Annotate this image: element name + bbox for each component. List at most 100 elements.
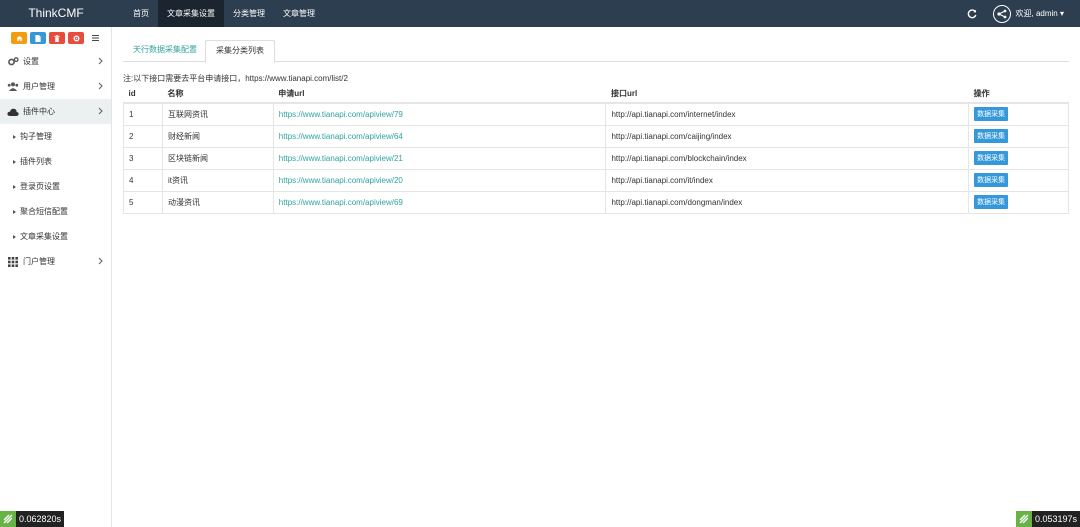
cell-id: 5 <box>123 190 163 214</box>
cell-id: 3 <box>123 146 163 170</box>
cell-apply-url-link[interactable]: https://www.tianapi.com/apiview/79 <box>272 102 607 126</box>
tab-category-list[interactable]: 采集分类列表 <box>205 40 275 63</box>
collect-data-button[interactable]: 数据采集 <box>974 195 1009 209</box>
grid-icon <box>7 256 19 267</box>
sidebar-subitem-label: 登录页设置 <box>20 182 60 191</box>
cell-action: 数据采集 <box>968 146 1069 170</box>
col-name-header: 名称 <box>162 85 274 104</box>
chevron-right-icon <box>98 82 103 92</box>
nav-category-management[interactable]: 分类管理 <box>224 0 274 27</box>
shortcut-bar <box>0 27 111 49</box>
sidebar: 设置 用户管理 插件中心 钩子管理 插件列表 登录页设置 聚合短信配置 文章采集… <box>0 27 112 527</box>
sidebar-item-label: 门户管理 <box>23 257 55 266</box>
cell-apply-url-link[interactable]: https://www.tianapi.com/apiview/20 <box>272 168 607 192</box>
cell-action: 数据采集 <box>968 102 1069 126</box>
brand-logo[interactable]: ThinkCMF <box>0 0 112 27</box>
gears-icon <box>7 57 19 67</box>
user-menu[interactable]: 欢迎, admin ▾ <box>1016 8 1064 19</box>
sidebar-subitem-login-page[interactable]: 登录页设置 <box>0 174 111 199</box>
list-icon <box>91 35 99 41</box>
sidebar-item-plugin-center[interactable]: 插件中心 <box>0 99 111 124</box>
collect-data-button[interactable]: 数据采集 <box>974 107 1009 122</box>
file-shortcut-button[interactable] <box>30 32 46 44</box>
sidebar-subitem-label: 插件列表 <box>20 157 52 166</box>
debug-timer-left[interactable]: 0.062820s <box>0 511 65 527</box>
col-action-header: 操作 <box>968 85 1069 104</box>
cell-api-url: http://api.tianapi.com/dongman/index <box>605 190 970 214</box>
sidebar-subitem-label: 聚合短信配置 <box>20 207 68 216</box>
trace-logo-icon <box>1015 511 1032 527</box>
sidebar-subitem-hooks[interactable]: 钩子管理 <box>0 124 111 149</box>
col-id-header: id <box>123 85 163 104</box>
cell-api-url: http://api.tianapi.com/caijing/index <box>605 124 970 148</box>
cell-name: 财经新闻 <box>161 124 274 148</box>
top-right-tools: 欢迎, admin ▾ <box>965 0 1080 27</box>
sidebar-subitem-plugin-list[interactable]: 插件列表 <box>0 149 111 174</box>
caret-right-icon <box>13 209 16 214</box>
cell-name: 互联网资讯 <box>161 102 274 126</box>
cell-id: 2 <box>123 124 163 148</box>
cell-name: 区块链新闻 <box>161 146 274 170</box>
caret-right-icon <box>13 159 16 164</box>
table-row: 4 it资讯 https://www.tianapi.com/apiview/2… <box>123 168 1069 192</box>
refresh-icon[interactable] <box>965 7 979 21</box>
cell-action: 数据采集 <box>968 190 1069 214</box>
top-nav: 首页 文章采集设置 分类管理 文章管理 <box>124 0 324 27</box>
sidebar-item-label: 用户管理 <box>23 82 55 91</box>
api-note: 注:以下接口需要去平台申请接口，https://www.tianapi.com/… <box>123 74 348 83</box>
nav-home[interactable]: 首页 <box>124 0 158 27</box>
sidebar-subitem-label: 文章采集设置 <box>20 232 68 241</box>
tab-tianapi-config[interactable]: 天行数据采集配置 <box>123 40 207 62</box>
table-row: 2 财经新闻 https://www.tianapi.com/apiview/6… <box>123 124 1069 148</box>
cell-api-url: http://api.tianapi.com/internet/index <box>605 102 970 126</box>
cell-apply-url-link[interactable]: https://www.tianapi.com/apiview/64 <box>272 124 607 148</box>
cell-id: 1 <box>123 102 163 126</box>
category-table: id 名称 申请url 接口url 操作 1 互联网资讯 https://www… <box>123 85 1069 214</box>
timer-value: 0.062820s <box>19 514 62 524</box>
chevron-right-icon <box>98 107 103 117</box>
caret-right-icon <box>13 134 16 139</box>
table-row: 3 区块链新闻 https://www.tianapi.com/apiview/… <box>123 146 1069 170</box>
chevron-right-icon <box>98 257 103 267</box>
collect-data-button[interactable]: 数据采集 <box>974 129 1009 143</box>
sidebar-item-settings[interactable]: 设置 <box>0 49 111 74</box>
collect-data-button[interactable]: 数据采集 <box>974 151 1009 165</box>
table-row: 1 互联网资讯 https://www.tianapi.com/apiview/… <box>123 102 1069 126</box>
cog-icon <box>73 35 79 41</box>
cell-api-url: http://api.tianapi.com/blockchain/index <box>605 146 970 170</box>
sidebar-subitem-label: 钩子管理 <box>20 132 52 141</box>
caret-right-icon <box>13 184 16 189</box>
debug-timer-right[interactable]: 0.053197s <box>1015 511 1080 527</box>
avatar[interactable] <box>992 4 1011 23</box>
cell-name: 动漫资讯 <box>161 190 274 214</box>
timer-value: 0.053197s <box>1034 514 1077 524</box>
table-header-row: id 名称 申请url 接口url 操作 <box>123 85 1069 104</box>
trash-icon <box>54 34 60 42</box>
tab-bar: 天行数据采集配置 采集分类列表 <box>123 40 1069 63</box>
cell-id: 4 <box>123 168 163 192</box>
cell-name: it资讯 <box>161 168 274 192</box>
cell-api-url: http://api.tianapi.com/it/index <box>605 168 970 192</box>
list-shortcut-button[interactable] <box>87 32 103 44</box>
cell-action: 数据采集 <box>968 168 1069 192</box>
trace-logo-icon <box>0 511 16 527</box>
trash-shortcut-button[interactable] <box>49 32 65 44</box>
col-api-url-header: 接口url <box>605 85 969 104</box>
nav-article-management[interactable]: 文章管理 <box>274 0 324 27</box>
collect-data-button[interactable]: 数据采集 <box>974 173 1009 187</box>
sidebar-subitem-sms-config[interactable]: 聚合短信配置 <box>0 199 111 224</box>
cell-apply-url-link[interactable]: https://www.tianapi.com/apiview/21 <box>272 146 607 170</box>
top-navbar: ThinkCMF 首页 文章采集设置 分类管理 文章管理 欢迎, admin ▾ <box>0 0 1080 27</box>
sidebar-item-label: 插件中心 <box>23 107 55 116</box>
cell-apply-url-link[interactable]: https://www.tianapi.com/apiview/69 <box>272 190 607 214</box>
home-shortcut-button[interactable] <box>11 32 27 44</box>
nav-article-collect-settings[interactable]: 文章采集设置 <box>158 0 224 27</box>
sidebar-subitem-article-collect[interactable]: 文章采集设置 <box>0 224 111 249</box>
sidebar-item-label: 设置 <box>23 57 39 66</box>
col-apply-url-header: 申请url <box>273 85 606 104</box>
settings-shortcut-button[interactable] <box>68 32 84 44</box>
sidebar-item-portal[interactable]: 门户管理 <box>0 249 111 274</box>
chevron-right-icon <box>98 57 103 67</box>
sidebar-item-users[interactable]: 用户管理 <box>0 74 111 99</box>
cloud-icon <box>7 107 19 117</box>
